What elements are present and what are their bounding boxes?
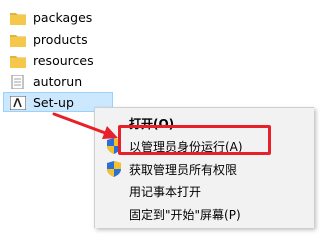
file-item-name: resources: [33, 53, 94, 68]
folder-icon: [10, 56, 26, 68]
menu-item-label: 用记事本打开: [129, 185, 202, 199]
menu-item-label: 获取管理员所有权限: [129, 163, 238, 177]
file-item-resources[interactable]: resources: [0, 51, 200, 71]
menu-item-open-with-notepad[interactable]: 用记事本打开: [95, 180, 313, 202]
folder-icon: [10, 35, 26, 47]
menu-item-pin-to-start[interactable]: 固定到"开始"屏幕(P): [95, 203, 313, 225]
folder-icon: [10, 13, 26, 25]
menu-item-take-ownership[interactable]: 获取管理员所有权限: [95, 158, 313, 180]
uac-shield-icon: [107, 161, 121, 177]
file-item-name: Set-up: [33, 95, 74, 110]
file-item-autorun[interactable]: autorun: [0, 72, 200, 92]
highlight-box: [118, 125, 271, 155]
file-icon: [11, 75, 24, 89]
file-item-name: autorun: [33, 74, 83, 89]
file-item-packages[interactable]: packages: [0, 8, 200, 28]
file-item-name: packages: [33, 10, 93, 25]
file-item-name: products: [33, 32, 88, 47]
adobe-setup-icon: [10, 96, 26, 110]
file-item-products[interactable]: products: [0, 30, 200, 50]
menu-item-label: 固定到"开始"屏幕(P): [129, 208, 241, 222]
